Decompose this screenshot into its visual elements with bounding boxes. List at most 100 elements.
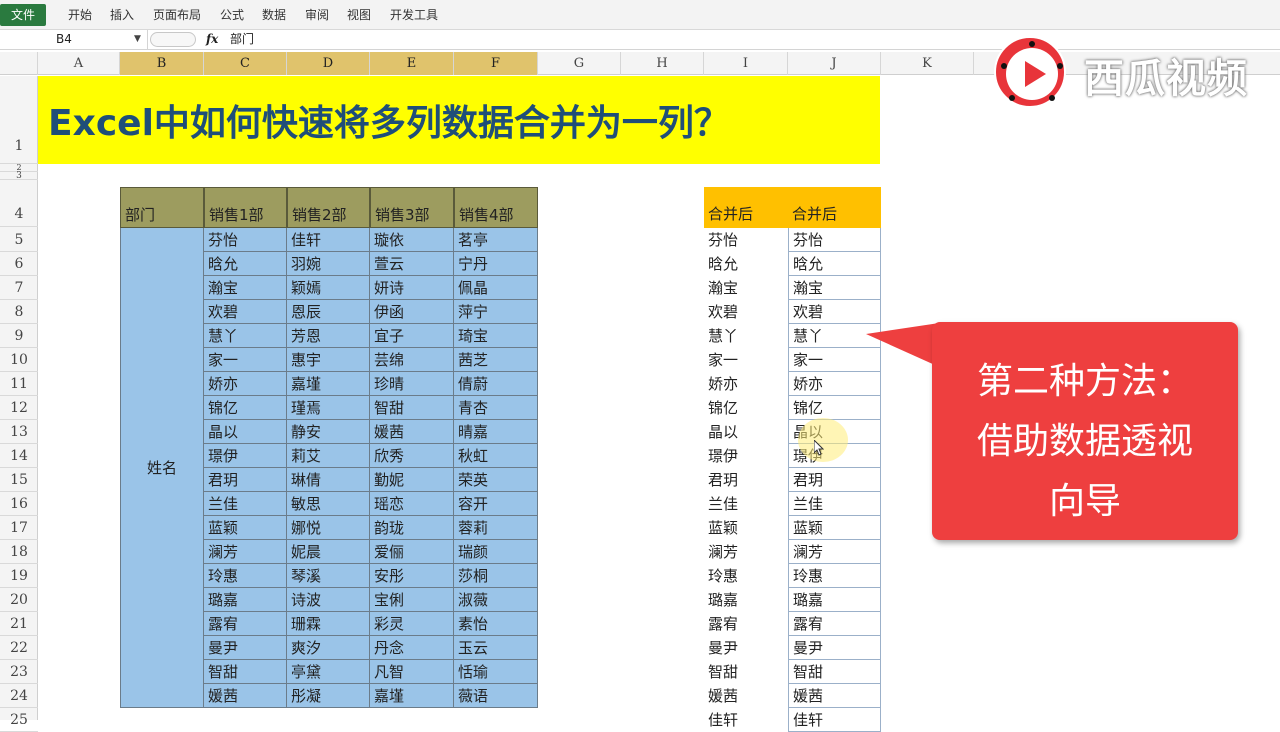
row-header-7[interactable]: 7: [0, 276, 38, 300]
table-cell[interactable]: 晗允: [204, 252, 287, 276]
name-box[interactable]: B4: [0, 30, 148, 49]
row-header-9[interactable]: 9: [0, 324, 38, 348]
table-cell[interactable]: 智甜: [370, 396, 454, 420]
row-header-5[interactable]: 5: [0, 228, 38, 252]
table-cell[interactable]: 娇亦: [204, 372, 287, 396]
table-cell[interactable]: 欢碧: [204, 300, 287, 324]
merged-value-i[interactable]: 曼尹: [704, 636, 788, 660]
table-header-cell[interactable]: 销售3部: [370, 187, 454, 228]
merged-value-j[interactable]: 澜芳: [788, 540, 881, 564]
table-cell[interactable]: 珊霖: [287, 612, 370, 636]
column-header-d[interactable]: D: [287, 52, 370, 75]
table-cell[interactable]: 芬怡: [204, 228, 287, 252]
merged-value-i[interactable]: 晗允: [704, 252, 788, 276]
chevron-down-icon[interactable]: ▼: [134, 30, 141, 49]
table-cell[interactable]: 茗亭: [454, 228, 538, 252]
table-cell[interactable]: 彤凝: [287, 684, 370, 708]
table-cell[interactable]: 宝俐: [370, 588, 454, 612]
table-cell[interactable]: 宜子: [370, 324, 454, 348]
tab-formulas[interactable]: 公式: [220, 6, 244, 23]
table-cell[interactable]: 亭黛: [287, 660, 370, 684]
row-label-cell[interactable]: 姓名: [120, 228, 204, 708]
table-cell[interactable]: 蓉莉: [454, 516, 538, 540]
merged-value-j[interactable]: 佳轩: [788, 708, 881, 732]
column-header-i[interactable]: I: [704, 52, 788, 75]
formula-input[interactable]: 部门: [230, 30, 254, 49]
row-header-19[interactable]: 19: [0, 564, 38, 588]
merged-header-i[interactable]: 合并后: [704, 187, 788, 228]
merged-value-j[interactable]: 瀚宝: [788, 276, 881, 300]
table-cell[interactable]: 璇依: [370, 228, 454, 252]
table-cell[interactable]: 琦宝: [454, 324, 538, 348]
merged-value-j[interactable]: 露宥: [788, 612, 881, 636]
table-cell[interactable]: 瑾焉: [287, 396, 370, 420]
table-cell[interactable]: 淑薇: [454, 588, 538, 612]
row-header-17[interactable]: 17: [0, 516, 38, 540]
table-cell[interactable]: 容开: [454, 492, 538, 516]
merged-value-i[interactable]: 璟伊: [704, 444, 788, 468]
table-cell[interactable]: 敏思: [287, 492, 370, 516]
table-cell[interactable]: 媛茜: [370, 420, 454, 444]
table-cell[interactable]: 玲惠: [204, 564, 287, 588]
table-cell[interactable]: 智甜: [204, 660, 287, 684]
merged-value-i[interactable]: 露宥: [704, 612, 788, 636]
table-cell[interactable]: 佳轩: [287, 228, 370, 252]
table-cell[interactable]: 曼尹: [204, 636, 287, 660]
row-header-14[interactable]: 14: [0, 444, 38, 468]
merged-value-i[interactable]: 智甜: [704, 660, 788, 684]
merged-value-j[interactable]: 兰佳: [788, 492, 881, 516]
tab-developer[interactable]: 开发工具: [390, 6, 438, 23]
merged-value-i[interactable]: 兰佳: [704, 492, 788, 516]
table-cell[interactable]: 妮晨: [287, 540, 370, 564]
merged-value-i[interactable]: 欢碧: [704, 300, 788, 324]
table-cell[interactable]: 瑞颜: [454, 540, 538, 564]
row-header-23[interactable]: 23: [0, 660, 38, 684]
table-cell[interactable]: 慧丫: [204, 324, 287, 348]
merged-value-j[interactable]: 智甜: [788, 660, 881, 684]
merged-value-i[interactable]: 澜芳: [704, 540, 788, 564]
merged-value-i[interactable]: 媛茜: [704, 684, 788, 708]
table-cell[interactable]: 爱俪: [370, 540, 454, 564]
table-cell[interactable]: 玉云: [454, 636, 538, 660]
merged-value-j[interactable]: 芬怡: [788, 228, 881, 252]
row-header-22[interactable]: 22: [0, 636, 38, 660]
table-cell[interactable]: 荣英: [454, 468, 538, 492]
table-cell[interactable]: 媛茜: [204, 684, 287, 708]
merged-value-i[interactable]: 瀚宝: [704, 276, 788, 300]
column-header-b[interactable]: B: [120, 52, 204, 75]
row-header-20[interactable]: 20: [0, 588, 38, 612]
column-header-e[interactable]: E: [370, 52, 454, 75]
merged-value-i[interactable]: 晶以: [704, 420, 788, 444]
table-cell[interactable]: 佩晶: [454, 276, 538, 300]
merged-value-j[interactable]: 曼尹: [788, 636, 881, 660]
column-header-a[interactable]: A: [38, 52, 120, 75]
merged-value-j[interactable]: 蓝颖: [788, 516, 881, 540]
table-header-cell[interactable]: 部门: [120, 187, 204, 228]
row-header-4[interactable]: 4: [0, 180, 38, 227]
merged-value-i[interactable]: 玲惠: [704, 564, 788, 588]
merged-value-i[interactable]: 佳轩: [704, 708, 788, 732]
table-cell[interactable]: 芳恩: [287, 324, 370, 348]
row-header-12[interactable]: 12: [0, 396, 38, 420]
table-cell[interactable]: 静安: [287, 420, 370, 444]
merged-value-j[interactable]: 欢碧: [788, 300, 881, 324]
merged-value-i[interactable]: 君玥: [704, 468, 788, 492]
table-cell[interactable]: 爽汐: [287, 636, 370, 660]
table-cell[interactable]: 璟伊: [204, 444, 287, 468]
tab-page-layout[interactable]: 页面布局: [153, 6, 201, 23]
select-all-corner[interactable]: [0, 52, 38, 75]
table-cell[interactable]: 璐嘉: [204, 588, 287, 612]
row-header-11[interactable]: 11: [0, 372, 38, 396]
merged-header-j[interactable]: 合并后: [788, 187, 881, 228]
table-cell[interactable]: 萱云: [370, 252, 454, 276]
column-header-c[interactable]: C: [204, 52, 287, 75]
table-cell[interactable]: 萍宁: [454, 300, 538, 324]
row-header-10[interactable]: 10: [0, 348, 38, 372]
table-cell[interactable]: 彩灵: [370, 612, 454, 636]
merged-value-i[interactable]: 娇亦: [704, 372, 788, 396]
row-header-6[interactable]: 6: [0, 252, 38, 276]
table-cell[interactable]: 莉艾: [287, 444, 370, 468]
table-cell[interactable]: 澜芳: [204, 540, 287, 564]
merged-value-i[interactable]: 锦亿: [704, 396, 788, 420]
function-icon[interactable]: fx: [206, 30, 218, 49]
